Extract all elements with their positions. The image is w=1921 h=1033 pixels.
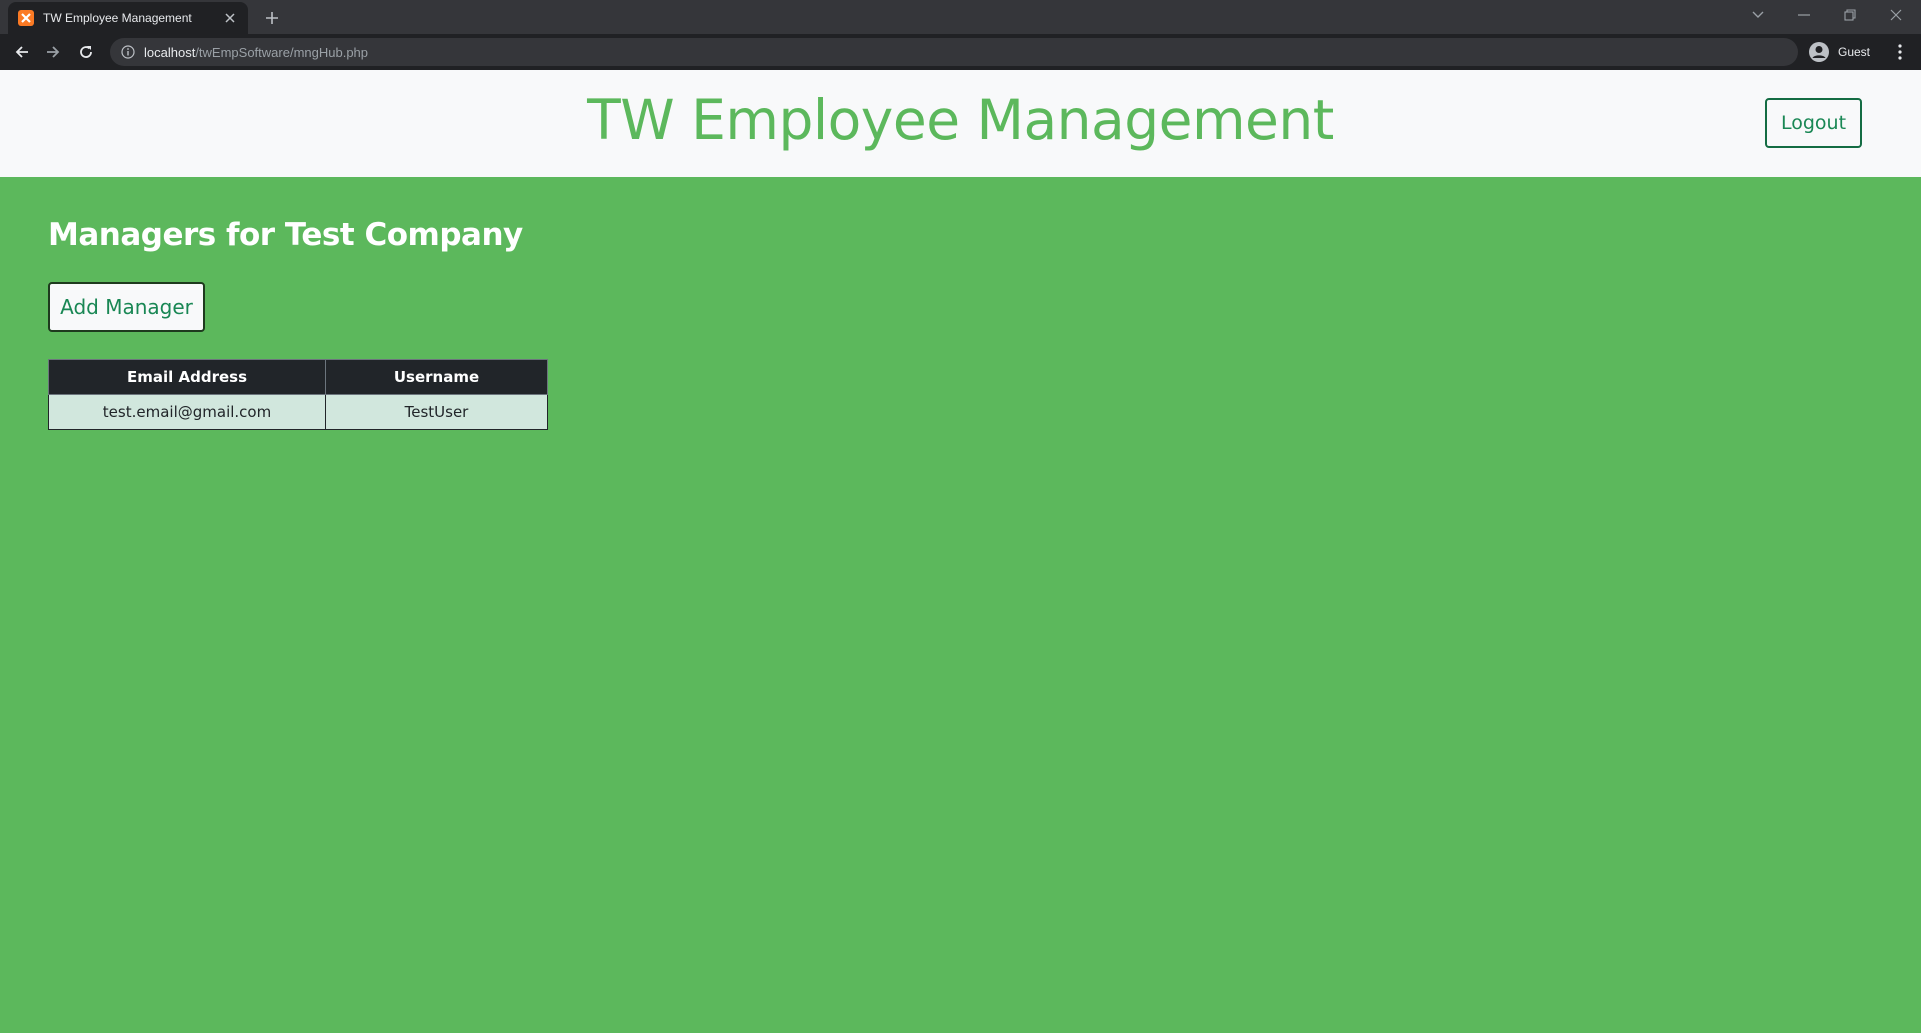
cell-username: TestUser	[325, 394, 548, 430]
add-manager-button[interactable]: Add Manager	[48, 282, 205, 332]
restore-icon[interactable]	[1836, 4, 1864, 26]
close-icon[interactable]	[222, 10, 238, 26]
kebab-menu-icon[interactable]	[1888, 40, 1912, 64]
profile-button[interactable]: Guest	[1804, 38, 1882, 66]
logout-button[interactable]: Logout	[1765, 98, 1862, 148]
column-header-email: Email Address	[48, 359, 326, 395]
profile-label: Guest	[1838, 45, 1871, 59]
arrow-right-icon[interactable]	[41, 40, 65, 64]
reload-icon[interactable]	[74, 40, 98, 64]
section-title: Managers for Test Company	[48, 217, 523, 253]
page-content: TW Employee Management Logout Managers f…	[0, 70, 1921, 1033]
browser-tab[interactable]: TW Employee Management	[8, 2, 248, 34]
managers-table: Email Address Username test.email@gmail.…	[48, 359, 548, 430]
address-bar[interactable]: localhost/twEmpSoftware/mngHub.php	[110, 38, 1798, 66]
url-path: /twEmpSoftware/mngHub.php	[195, 44, 369, 60]
xampp-favicon-icon	[18, 10, 34, 26]
page-title: TW Employee Management	[587, 88, 1334, 152]
minimize-icon[interactable]	[1790, 4, 1818, 26]
browser-toolbar: localhost/twEmpSoftware/mngHub.php Guest	[0, 34, 1921, 70]
arrow-left-icon[interactable]	[10, 40, 34, 64]
url-text: localhost/twEmpSoftware/mngHub.php	[144, 45, 368, 60]
cell-email: test.email@gmail.com	[48, 394, 326, 430]
url-host: localhost	[144, 44, 196, 60]
info-icon[interactable]	[120, 44, 136, 60]
tab-title: TW Employee Management	[43, 11, 192, 25]
browser-tabstrip: TW Employee Management	[0, 0, 1921, 34]
plus-icon[interactable]	[260, 6, 284, 30]
account-circle-icon	[1809, 42, 1829, 62]
table-header-row: Email Address Username	[48, 359, 548, 395]
window-close-icon[interactable]	[1882, 4, 1910, 26]
table-row: test.email@gmail.com TestUser	[48, 394, 548, 430]
column-header-username: Username	[325, 359, 548, 395]
app-header: TW Employee Management Logout	[0, 70, 1921, 177]
tab-search-chevron-down-icon[interactable]	[1744, 4, 1772, 26]
